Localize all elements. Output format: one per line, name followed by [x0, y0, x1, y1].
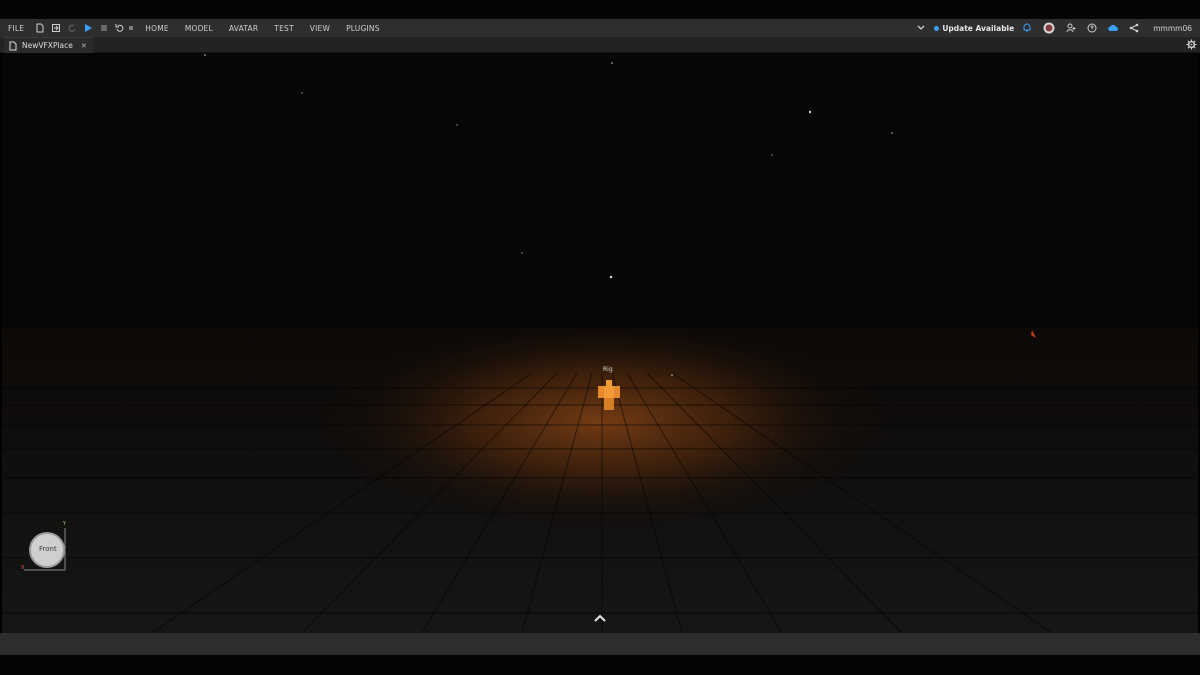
update-label: Update Available — [942, 23, 1015, 33]
notification-icon[interactable] — [1022, 23, 1032, 33]
cloud-icon[interactable] — [1108, 23, 1119, 33]
axis-x-label: X — [21, 565, 25, 571]
rig-character[interactable] — [596, 380, 622, 412]
add-friend-icon[interactable] — [1066, 23, 1076, 33]
tab-newvfxplace[interactable]: NewVFXPlace ✕ — [4, 37, 93, 53]
tab-home[interactable]: HOME — [137, 24, 177, 33]
share-icon[interactable] — [1129, 23, 1139, 33]
file-menu[interactable]: FILE — [0, 24, 32, 33]
update-available[interactable]: Update Available — [934, 24, 1014, 33]
undo-dropdown-icon[interactable] — [128, 23, 134, 33]
avatar-icon[interactable] — [1043, 22, 1055, 34]
tab-plugins[interactable]: PLUGINS — [338, 24, 388, 33]
bottom-status-bar — [0, 633, 1200, 655]
document-tab-bar: NewVFXPlace ✕ — [0, 37, 1200, 53]
new-file-icon[interactable] — [35, 23, 45, 33]
3d-viewport[interactable]: Rig Front Y X — [2, 53, 1198, 633]
caret-up-icon[interactable] — [593, 613, 607, 623]
menu-right-group: Update Available mmmm06 — [913, 19, 1192, 37]
rig-label: Rig — [603, 366, 613, 373]
axis-y-label: Y — [63, 521, 67, 527]
bottom-black-border — [0, 655, 1200, 675]
help-icon[interactable] — [1087, 23, 1097, 33]
settings-gear-icon[interactable] — [1186, 39, 1197, 50]
tab-test[interactable]: TEST — [266, 24, 301, 33]
tab-model[interactable]: MODEL — [177, 24, 221, 33]
update-dot-icon — [934, 25, 940, 31]
stop-icon[interactable] — [99, 23, 109, 33]
username[interactable]: mmmm06 — [1153, 24, 1192, 33]
tab-close-icon[interactable]: ✕ — [81, 42, 87, 50]
top-black-border — [0, 0, 1200, 19]
undo-icon[interactable] — [115, 23, 125, 33]
nav-cube-front-label: Front — [39, 545, 57, 553]
tab-avatar[interactable]: AVATAR — [221, 24, 266, 33]
scene-render — [2, 53, 1198, 633]
open-file-icon[interactable] — [51, 23, 61, 33]
place-file-icon — [8, 41, 18, 51]
tab-label: NewVFXPlace — [22, 41, 73, 50]
play-icon[interactable] — [83, 23, 93, 33]
redo-icon[interactable] — [67, 23, 77, 33]
tab-view[interactable]: VIEW — [302, 24, 338, 33]
menu-bar: FILE HOME MODEL AVATAR TEST VIEW PLUGINS… — [0, 19, 1200, 37]
dropdown-chevron-icon[interactable] — [916, 23, 926, 33]
